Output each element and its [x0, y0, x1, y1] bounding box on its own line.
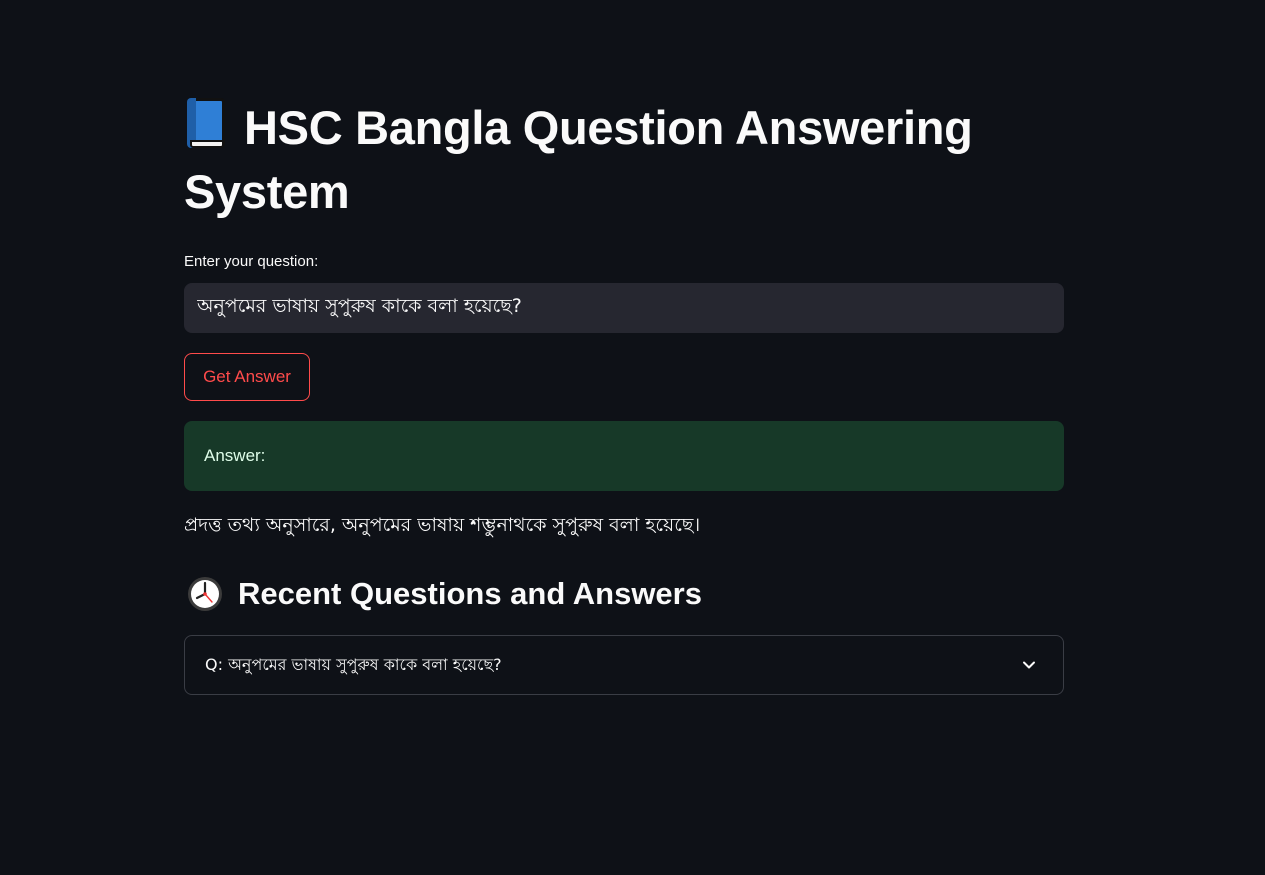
expander-question-label: Q: অনুপমের ভাষায় সুপুরুষ কাকে বলা হয়েছ… — [205, 654, 502, 674]
answer-text: প্রদত্ত তথ্য অনুসারে, অনুপমের ভাষায় শম্… — [184, 514, 701, 536]
get-answer-button[interactable]: Get Answer — [184, 353, 310, 401]
recent-heading-text: Recent Questions and Answers — [238, 576, 702, 611]
recent-heading: Recent Questions and Answers — [186, 572, 702, 616]
answer-label: Answer: — [204, 446, 266, 465]
clock-icon — [186, 575, 224, 613]
recent-qa-expander[interactable]: Q: অনুপমের ভাষায় সুপুরুষ কাকে বলা হয়েছ… — [184, 635, 1064, 695]
answer-success-box: Answer: — [184, 421, 1064, 491]
question-label: Enter your question: — [184, 253, 319, 270]
page-title-text: HSC Bangla Question Answering System — [184, 101, 973, 218]
page-title: HSC Bangla Question Answering System — [184, 96, 1064, 224]
chevron-down-icon — [1023, 661, 1035, 669]
book-icon — [184, 96, 230, 152]
question-input[interactable] — [184, 283, 1064, 333]
